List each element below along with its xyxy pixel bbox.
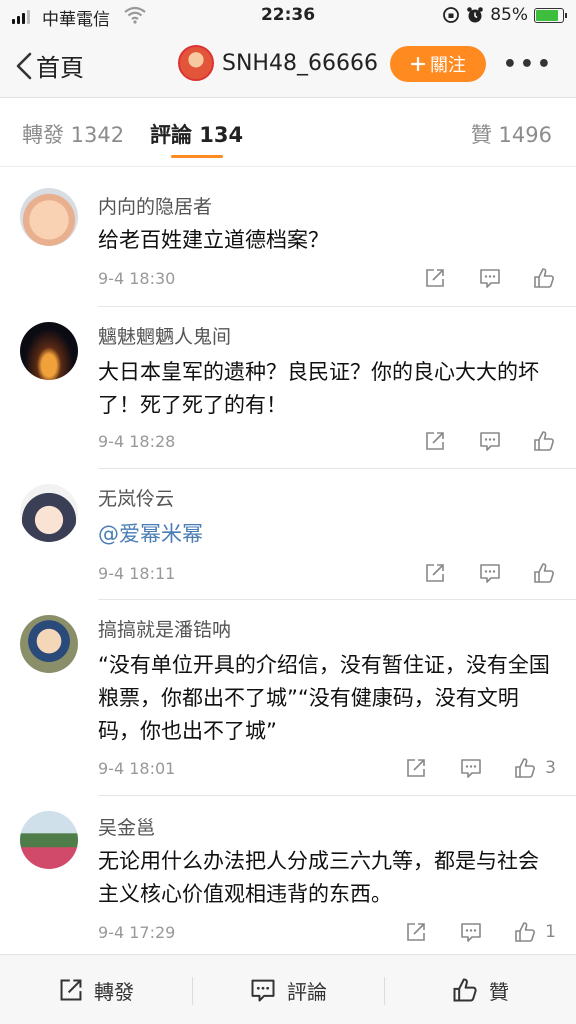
- avatar[interactable]: [20, 322, 78, 380]
- comment-text: 大日本皇军的遗种？良民证？你的良心大大的坏了！死了死了的有！: [98, 360, 539, 417]
- thumbs-up-icon: [453, 978, 477, 1002]
- comment-icon: [480, 564, 500, 583]
- comment-icon: [251, 979, 275, 1002]
- comment-bottom-button[interactable]: 評論: [192, 955, 384, 1024]
- thumbs-up-icon: [534, 268, 554, 288]
- chevron-left-icon: [16, 52, 32, 79]
- more-options-icon[interactable]: •••: [503, 52, 554, 77]
- share-icon: [426, 564, 444, 582]
- back-label: 首頁: [36, 54, 84, 82]
- share-icon: [407, 759, 425, 777]
- list-item: 内向的隐居者 给老百姓建立道德档案？ 9-4 18:30: [0, 168, 576, 306]
- comment-time: 9-4 18:01: [98, 759, 176, 778]
- follow-button[interactable]: 關注: [390, 46, 486, 82]
- like-bottom-label: 贊: [489, 979, 509, 1004]
- bottom-action-bar: 轉發 評論 贊: [0, 954, 576, 1024]
- user-avatar[interactable]: [178, 45, 214, 81]
- like-button[interactable]: [532, 561, 556, 585]
- share-icon: [60, 979, 82, 1001]
- list-item: 无岚伶云 @爱幂米幂 9-4 18:11: [0, 468, 576, 599]
- like-button[interactable]: [532, 429, 556, 453]
- repost-button[interactable]: [424, 267, 446, 289]
- comment-time: 9-4 18:11: [98, 564, 176, 583]
- reply-button[interactable]: [459, 921, 483, 943]
- comment-list: 内向的隐居者 给老百姓建立道德档案？ 9-4 18:30 魑魅魍魉人鬼间 大日本…: [0, 168, 576, 953]
- comment-text: “没有单位开具的介绍信，没有暂住证，没有全国粮票，你都出不了城”“没有健康码，没…: [98, 653, 550, 743]
- thumbs-up-icon: [515, 922, 536, 942]
- thumbs-up-icon: [515, 758, 536, 778]
- username[interactable]: SNH48_66666: [222, 51, 378, 76]
- share-icon: [426, 432, 444, 450]
- follow-label: 關注: [430, 55, 466, 76]
- list-item: 吴金邕 无论用什么办法把人分成三六九等，都是与社会主义核心价值观相违背的东西。 …: [0, 795, 576, 953]
- comment-actions: [424, 561, 556, 585]
- comment-time: 9-4 18:30: [98, 269, 176, 288]
- comment-author[interactable]: 搞搞就是潘锆呐: [98, 615, 231, 642]
- comment-icon: [480, 269, 500, 288]
- plus-icon: [410, 56, 426, 72]
- comment-text: 无论用什么办法把人分成三六九等，都是与社会主义核心价值观相违背的东西。: [98, 849, 539, 906]
- battery-percent: 85%: [490, 5, 528, 25]
- comment-actions: 3: [405, 756, 556, 780]
- comment-time: 9-4 17:29: [98, 923, 176, 942]
- reply-button[interactable]: [478, 562, 502, 584]
- thumbs-up-icon: [534, 431, 554, 451]
- nav-bar: 首頁 SNH48_66666 關注 •••: [0, 32, 576, 98]
- comment-author[interactable]: 内向的隐居者: [98, 192, 212, 219]
- avatar[interactable]: [20, 188, 78, 246]
- repost-button[interactable]: [424, 562, 446, 584]
- tab-comments[interactable]: 評論 134: [150, 119, 243, 149]
- list-item: 搞搞就是潘锆呐 “没有单位开具的介绍信，没有暂住证，没有全国粮票，你都出不了城”…: [0, 599, 576, 795]
- reply-button[interactable]: [478, 267, 502, 289]
- repost-button[interactable]: [405, 757, 427, 779]
- comment-actions: 1: [405, 920, 556, 944]
- share-icon: [407, 923, 425, 941]
- alarm-icon: [467, 7, 484, 23]
- repost-button[interactable]: [424, 430, 446, 452]
- repost-bottom-label: 轉發: [94, 979, 134, 1004]
- avatar[interactable]: [20, 615, 78, 673]
- back-button[interactable]: 首頁: [14, 48, 84, 83]
- status-bar: 中華電信 22:36 85%: [0, 0, 576, 32]
- reply-button[interactable]: [478, 430, 502, 452]
- user-header[interactable]: SNH48_66666: [178, 45, 378, 81]
- like-button[interactable]: 3: [513, 756, 556, 780]
- comment-actions: [424, 266, 556, 290]
- active-tab-indicator: [171, 155, 223, 158]
- comment-author[interactable]: 无岚伶云: [98, 484, 174, 511]
- like-count: 1: [545, 922, 556, 942]
- comment-icon: [461, 923, 481, 942]
- comment-text: 给老百姓建立道德档案？: [98, 228, 329, 252]
- share-icon: [426, 269, 444, 287]
- tab-repost[interactable]: 轉發 1342: [22, 119, 124, 149]
- like-count: 3: [545, 758, 556, 778]
- tab-likes[interactable]: 贊 1496: [471, 119, 552, 149]
- comment-bottom-label: 評論: [287, 979, 327, 1004]
- tab-bar: 轉發 1342 評論 134 贊 1496: [0, 99, 576, 167]
- battery-icon: [534, 7, 567, 23]
- comment-author[interactable]: 吴金邕: [98, 813, 155, 840]
- reply-button[interactable]: [459, 757, 483, 779]
- comment-icon: [480, 432, 500, 451]
- like-bottom-button[interactable]: 贊: [384, 955, 576, 1024]
- orientation-lock-icon: [443, 7, 460, 23]
- like-button[interactable]: [532, 266, 556, 290]
- thumbs-up-icon: [534, 563, 554, 583]
- avatar[interactable]: [20, 811, 78, 869]
- repost-bottom-button[interactable]: 轉發: [0, 955, 192, 1024]
- avatar[interactable]: [20, 484, 78, 542]
- comment-time: 9-4 18:28: [98, 432, 176, 451]
- comment-mention-link[interactable]: @爱幂米幂: [98, 518, 558, 551]
- list-item: 魑魅魍魉人鬼间 大日本皇军的遗种？良民证？你的良心大大的坏了！死了死了的有！ 9…: [0, 306, 576, 468]
- like-button[interactable]: 1: [513, 920, 556, 944]
- comment-author[interactable]: 魑魅魍魉人鬼间: [98, 322, 231, 349]
- repost-button[interactable]: [405, 921, 427, 943]
- comment-icon: [461, 759, 481, 778]
- comment-actions: [424, 429, 556, 453]
